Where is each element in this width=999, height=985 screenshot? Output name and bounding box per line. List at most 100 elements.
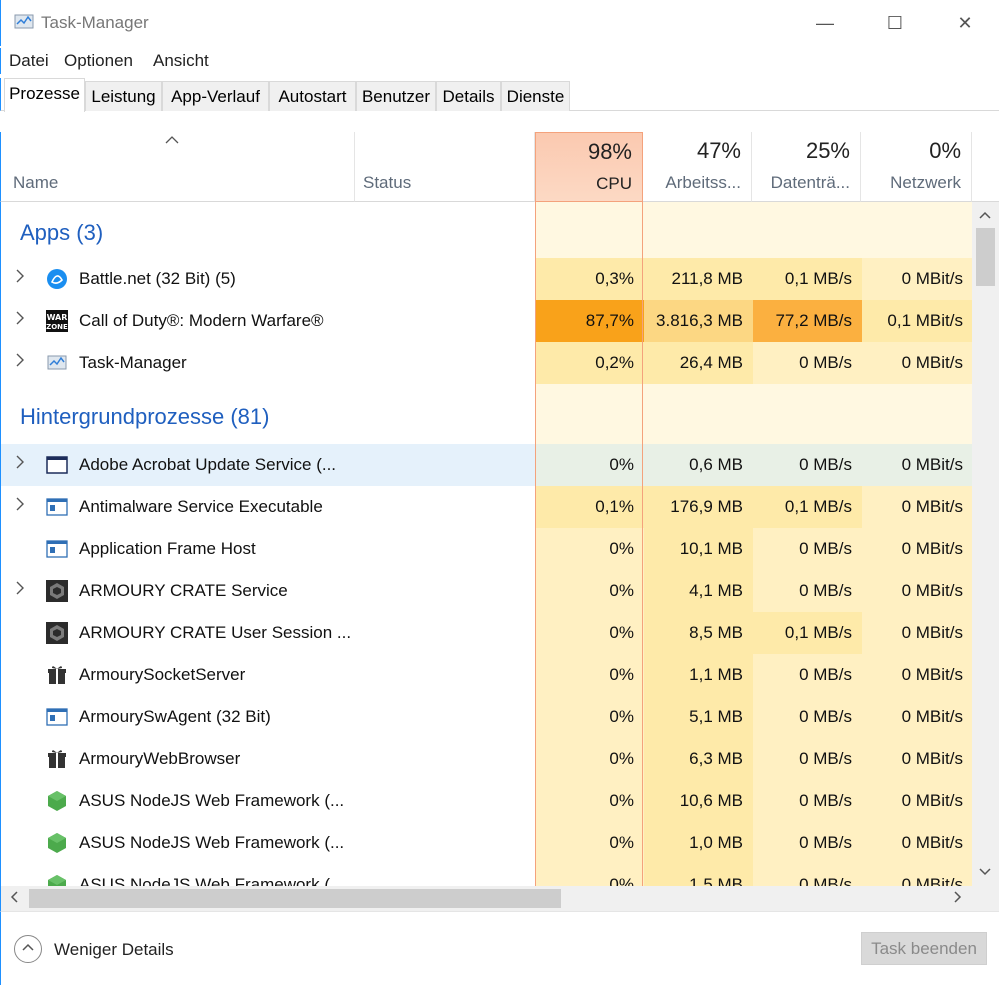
service-icon — [46, 540, 68, 558]
process-name: ArmourySwAgent (32 Bit) — [79, 707, 271, 726]
disk-cell: 0,1 MB/s — [753, 258, 862, 300]
column-header-memory[interactable]: 47% Arbeitss... — [643, 132, 752, 202]
table-row[interactable]: Battle.net (32 Bit) (5) 0,3% 211,8 MB 0,… — [1, 258, 972, 300]
table-row[interactable]: ArmourySwAgent (32 Bit) 0% 5,1 MB 0 MB/s… — [1, 696, 972, 738]
process-name: Call of Duty®: Modern Warfare® — [79, 311, 324, 330]
tab-autostart[interactable]: Autostart — [269, 81, 356, 111]
table-row[interactable]: ASUS NodeJS Web Framework (... 0% 1,0 MB… — [1, 822, 972, 864]
disk-cell: 0 MB/s — [753, 738, 862, 780]
table-row[interactable]: ArmouryWebBrowser 0% 6,3 MB 0 MB/s 0 MBi… — [1, 738, 972, 780]
memory-cell: 10,1 MB — [644, 528, 753, 570]
column-name-label: Name — [13, 173, 59, 192]
service-icon — [46, 498, 68, 516]
footer: Weniger Details Task beenden — [0, 911, 999, 985]
process-name: Battle.net (32 Bit) (5) — [79, 269, 236, 288]
cpu-cell: 0% — [536, 654, 644, 696]
table-row[interactable]: ARMOURY CRATE User Session ... 0% 8,5 MB… — [1, 612, 972, 654]
minimize-button[interactable]: — — [790, 0, 860, 46]
menu-optionen[interactable]: Optionen — [64, 51, 133, 71]
column-status-label: Status — [363, 173, 412, 192]
header-spacer — [972, 132, 999, 202]
scroll-up-icon[interactable] — [978, 208, 992, 223]
cpu-cell: 0% — [536, 822, 644, 864]
close-icon: ✕ — [957, 12, 973, 33]
expand-chevron-icon[interactable] — [15, 580, 25, 600]
process-name: ASUS NodeJS Web Framework (... — [79, 875, 345, 886]
tab-leistung[interactable]: Leistung — [85, 81, 162, 111]
process-name: ASUS NodeJS Web Framework (... — [79, 791, 345, 810]
menu-bar: Datei Optionen Ansicht — [0, 48, 999, 74]
tab-benutzer[interactable]: Benutzer — [356, 81, 436, 111]
cpu-cell: 0% — [536, 864, 644, 886]
tab-dienste[interactable]: Dienste — [501, 81, 570, 111]
group-header-apps[interactable]: Apps (3) — [1, 202, 972, 258]
table-row[interactable]: ASUS NodeJS Web Framework (... 0% 1,5 MB… — [1, 864, 972, 886]
cpu-cell: 87,7% — [536, 300, 644, 342]
scroll-right-icon[interactable] — [953, 890, 963, 907]
vertical-scrollbar[interactable] — [972, 202, 999, 886]
cpu-column-border-right — [642, 202, 643, 886]
memory-cell: 6,3 MB — [644, 738, 753, 780]
column-header-network[interactable]: 0% Netzwerk — [861, 132, 972, 202]
scroll-down-icon[interactable] — [978, 865, 992, 880]
maximize-button[interactable]: ☐ — [860, 0, 930, 46]
disk-cell: 0 MB/s — [753, 528, 862, 570]
expand-chevron-icon[interactable] — [15, 352, 25, 372]
column-header-name[interactable]: Name — [0, 132, 355, 202]
column-header-cpu[interactable]: 98% CPU — [535, 132, 643, 202]
expand-chevron-icon[interactable] — [15, 268, 25, 288]
group-header-background[interactable]: Hintergrundprozesse (81) — [1, 384, 972, 444]
tab-app-verlauf[interactable]: App-Verlauf — [162, 81, 269, 111]
expand-chevron-icon[interactable] — [15, 310, 25, 330]
table-row[interactable]: Antimalware Service Executable 0,1% 176,… — [1, 486, 972, 528]
tab-details[interactable]: Details — [436, 81, 501, 111]
table-row[interactable]: ArmourySocketServer 0% 1,1 MB 0 MB/s 0 M… — [1, 654, 972, 696]
network-cell: 0 MBit/s — [862, 738, 972, 780]
cpu-cell: 0,3% — [536, 258, 644, 300]
nodejs-icon — [48, 875, 66, 886]
table-row[interactable]: Task-Manager 0,2% 26,4 MB 0 MB/s 0 MBit/… — [1, 342, 972, 384]
menu-ansicht[interactable]: Ansicht — [153, 51, 209, 71]
group-title: Apps (3) — [20, 220, 104, 245]
taskmanager-icon — [47, 355, 67, 370]
tab-prozesse[interactable]: Prozesse — [4, 78, 85, 112]
close-button[interactable]: ✕ — [930, 0, 999, 46]
column-header-status[interactable]: Status — [355, 132, 535, 202]
table-row[interactable]: ASUS NodeJS Web Framework (... 0% 10,6 M… — [1, 780, 972, 822]
fewer-details-link[interactable]: Weniger Details — [54, 940, 174, 960]
taskmanager-icon — [14, 14, 34, 29]
vertical-scroll-thumb[interactable] — [976, 228, 995, 286]
cpu-cell: 0% — [536, 780, 644, 822]
expand-chevron-icon[interactable] — [15, 454, 25, 474]
disk-cell: 0 MB/s — [753, 864, 862, 886]
svg-text:WAR: WAR — [47, 313, 68, 322]
service-icon — [46, 708, 68, 726]
collapse-icon[interactable] — [14, 935, 42, 963]
menu-datei[interactable]: Datei — [9, 51, 49, 71]
horizontal-scroll-thumb[interactable] — [29, 889, 561, 908]
svg-text:ZONE: ZONE — [46, 323, 68, 331]
end-task-button[interactable]: Task beenden — [861, 932, 987, 965]
table-row[interactable]: Adobe Acrobat Update Service (... 0% 0,6… — [1, 444, 972, 486]
process-list: Apps (3) Battle.net (32 Bit) (5) 0,3% 21… — [0, 202, 972, 886]
table-row[interactable]: Application Frame Host 0% 10,1 MB 0 MB/s… — [1, 528, 972, 570]
process-name: Antimalware Service Executable — [79, 497, 323, 516]
network-cell: 0 MBit/s — [862, 654, 972, 696]
cpu-total: 98% — [587, 139, 632, 164]
table-row[interactable]: WAR ZONE Call of Duty®: Modern Warfare® 8… — [1, 300, 972, 342]
cpu-cell: 0% — [536, 528, 644, 570]
disk-cell: 0 MB/s — [753, 822, 862, 864]
scroll-left-icon[interactable] — [9, 890, 19, 907]
network-cell: 0 MBit/s — [862, 528, 972, 570]
group-title: Hintergrundprozesse (81) — [20, 404, 270, 429]
disk-cell: 0 MB/s — [753, 654, 862, 696]
memory-cell: 1,5 MB — [644, 864, 753, 886]
expand-chevron-icon[interactable] — [15, 496, 25, 516]
memory-cell: 3.816,3 MB — [644, 300, 753, 342]
horizontal-scrollbar[interactable] — [0, 886, 999, 911]
memory-cell: 5,1 MB — [644, 696, 753, 738]
column-header-disk[interactable]: 25% Datenträ... — [752, 132, 861, 202]
gift-icon — [48, 750, 66, 768]
table-row[interactable]: ARMOURY CRATE Service 0% 4,1 MB 0 MB/s 0… — [1, 570, 972, 612]
network-cell: 0 MBit/s — [862, 342, 972, 384]
